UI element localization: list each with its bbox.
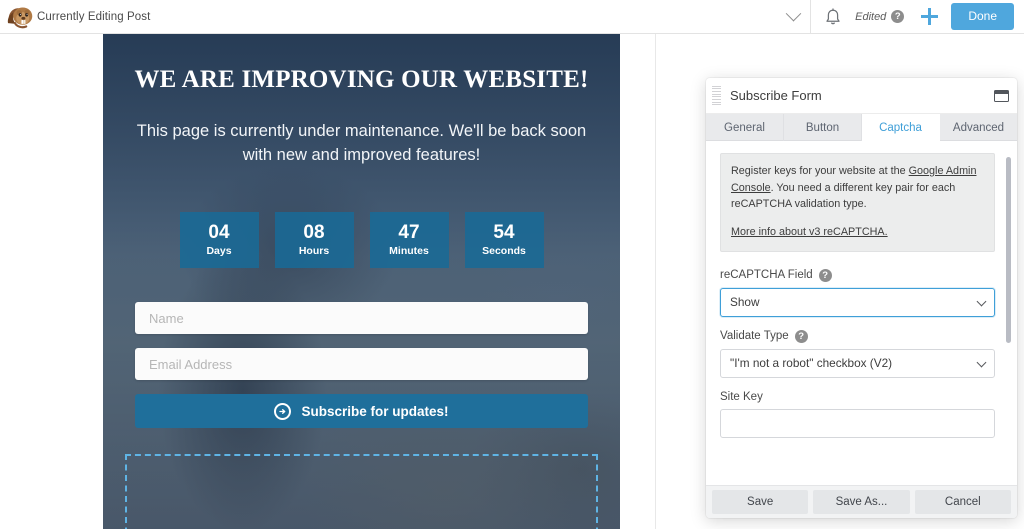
notifications-button[interactable] (811, 0, 855, 33)
edited-status-label: Edited (855, 10, 887, 23)
editor-canvas: WE ARE IMPROVING OUR WEBSITE! This page … (0, 34, 1024, 529)
site-key-row: Site Key (720, 391, 995, 438)
notice-paragraph-1: Register keys for your website at the Go… (731, 163, 984, 213)
recaptcha-field-label-wrap: reCAPTCHA Field ? (720, 268, 995, 282)
currently-editing-label: Currently Editing Post (37, 10, 151, 23)
bell-icon (826, 7, 840, 24)
countdown-unit-hours: 08 Hours (274, 212, 354, 268)
empty-row-dropzone[interactable] (125, 454, 598, 529)
arrow-right-circle-icon (274, 402, 292, 420)
countdown-timer: 04 Days 08 Hours 47 Minutes 54 Seconds (103, 212, 620, 268)
help-icon[interactable]: ? (794, 329, 808, 343)
email-input[interactable] (135, 348, 588, 380)
validate-type-row: Validate Type ? "I'm not a robot" checkb… (720, 329, 995, 378)
validate-type-label: Validate Type (720, 330, 789, 343)
subscribe-button-label: Subscribe for updates! (301, 403, 449, 419)
recaptcha-field-row: reCAPTCHA Field ? Show (720, 268, 995, 317)
site-key-label: Site Key (720, 390, 763, 403)
drag-handle-icon[interactable] (712, 85, 721, 107)
validate-type-label-wrap: Validate Type ? (720, 329, 995, 343)
site-key-input[interactable] (720, 408, 995, 438)
save-as-button[interactable]: Save As... (813, 490, 910, 514)
subscribe-form: Subscribe for updates! (135, 302, 588, 428)
countdown-label: Hours (298, 245, 330, 258)
countdown-label: Days (206, 245, 232, 258)
beaver-logo-icon (7, 6, 33, 28)
tab-button[interactable]: Button (784, 114, 862, 141)
panel-header[interactable]: Subscribe Form (706, 78, 1017, 114)
add-content-button[interactable] (913, 0, 945, 33)
plus-icon (920, 8, 938, 25)
recaptcha-notice: Register keys for your website at the Go… (720, 153, 995, 252)
tab-captcha[interactable]: Captcha (862, 114, 940, 141)
hero-subheading: This page is currently under maintenance… (136, 122, 587, 164)
canvas-divider (655, 34, 656, 529)
tab-general[interactable]: General (706, 114, 784, 141)
hero-heading: WE ARE IMPROVING OUR WEBSITE! (134, 66, 589, 93)
window-icon[interactable] (994, 89, 1009, 102)
done-button[interactable]: Done (951, 3, 1014, 30)
panel-scrollbar-thumb[interactable] (1006, 157, 1011, 343)
panel-tabs: General Button Captcha Advanced (706, 114, 1017, 141)
toolbar-right-group: Edited ? Done (855, 0, 1024, 33)
countdown-value: 47 (398, 221, 420, 243)
countdown-value: 08 (303, 221, 325, 243)
countdown-value: 54 (493, 221, 515, 243)
notice-paragraph-2: More info about v3 reCAPTCHA. (731, 224, 984, 241)
tab-advanced[interactable]: Advanced (940, 114, 1017, 141)
help-icon[interactable]: ? (818, 268, 832, 282)
panel-footer: Save Save As... Cancel (706, 485, 1017, 518)
countdown-unit-minutes: 47 Minutes (369, 212, 449, 268)
cancel-button[interactable]: Cancel (914, 490, 1011, 514)
name-input[interactable] (135, 302, 588, 334)
help-icon[interactable]: ? (891, 10, 905, 23)
notice-text-before-link: Register keys for your website at the (731, 165, 909, 177)
panel-title: Subscribe Form (730, 88, 822, 103)
editing-dropdown-button[interactable] (776, 0, 810, 33)
hero-content: WE ARE IMPROVING OUR WEBSITE! This page … (103, 34, 620, 529)
module-settings-panel[interactable]: Subscribe Form General Button Captcha Ad… (706, 78, 1017, 518)
recaptcha-field-select-wrap: Show (720, 287, 995, 317)
countdown-label: Seconds (482, 245, 526, 258)
more-info-v3-recaptcha-link[interactable]: More info about v3 reCAPTCHA. (731, 226, 888, 238)
top-toolbar: Currently Editing Post Edited ? Done (0, 0, 1024, 34)
panel-scrollbar-track[interactable] (1006, 149, 1014, 477)
beaver-builder-logo-button[interactable] (0, 0, 42, 33)
recaptcha-field-label: reCAPTCHA Field (720, 269, 813, 282)
countdown-unit-days: 04 Days (179, 212, 259, 268)
subscribe-button[interactable]: Subscribe for updates! (135, 394, 588, 428)
chevron-down-icon (785, 5, 801, 22)
site-key-label-wrap: Site Key (720, 391, 995, 403)
recaptcha-field-select[interactable]: Show (720, 287, 995, 317)
validate-type-select[interactable]: "I'm not a robot" checkbox (V2) (720, 348, 995, 378)
countdown-unit-seconds: 54 Seconds (464, 212, 544, 268)
maintenance-page-module[interactable]: WE ARE IMPROVING OUR WEBSITE! This page … (103, 34, 620, 529)
panel-body: Register keys for your website at the Go… (706, 141, 1017, 485)
countdown-value: 04 (208, 221, 230, 243)
validate-type-select-wrap: "I'm not a robot" checkbox (V2) (720, 348, 995, 378)
countdown-label: Minutes (389, 245, 429, 258)
save-button[interactable]: Save (712, 490, 809, 514)
